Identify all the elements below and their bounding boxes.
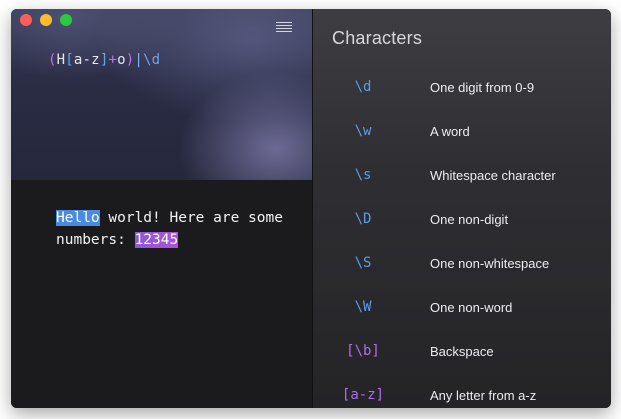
regex-token: o: [117, 52, 126, 68]
reference-description: Whitespace character: [430, 168, 556, 183]
reference-description: One non-digit: [430, 212, 509, 227]
reference-item[interactable]: \S One non-whitespace: [313, 245, 611, 289]
panel-title: Characters: [332, 28, 423, 48]
close-button[interactable]: [20, 14, 32, 26]
reference-token: \S: [354, 255, 372, 271]
reference-description: A word: [430, 124, 470, 139]
reference-description: Any letter from a-z: [430, 388, 537, 403]
reference-token: [\b]: [346, 343, 380, 359]
test-string[interactable]: Hello world! Here are some numbers: 1234…: [56, 207, 296, 251]
regex-token: [: [65, 52, 74, 68]
match-highlight: Hello: [56, 210, 100, 226]
reference-token: \s: [354, 167, 372, 183]
regex-token: |: [134, 52, 144, 68]
regex-token: \d: [143, 52, 161, 68]
regex-token: +: [108, 52, 118, 68]
reference-item[interactable]: \D One non-digit: [313, 201, 611, 245]
regex-input[interactable]: (H[a-z]+o)|\d: [48, 52, 160, 68]
menu-icon[interactable]: [276, 22, 292, 34]
reference-list: \d One digit from 0-9 \w A word \s Whitespace…: [313, 69, 611, 408]
reference-token: \w: [354, 123, 372, 139]
regex-token: (: [48, 52, 57, 68]
reference-description: One digit from 0-9: [430, 80, 535, 95]
reference-panel: Characters \d One digit from 0-9 \w A word \…: [313, 9, 611, 408]
reference-item[interactable]: [\b] Backspace: [313, 333, 611, 377]
minimize-button[interactable]: [40, 14, 52, 26]
reference-item[interactable]: \w A word: [313, 113, 611, 157]
reference-item[interactable]: \s Whitespace character: [313, 157, 611, 201]
window-controls: [20, 14, 72, 26]
reference-token: \D: [354, 211, 372, 227]
editor-pane: (H[a-z]+o)|\d Hello world! Here are some…: [11, 9, 312, 408]
zoom-button[interactable]: [60, 14, 72, 26]
reference-token: [a-z]: [341, 387, 385, 403]
reference-description: Backspace: [430, 344, 494, 359]
match-highlight: 12345: [134, 232, 179, 248]
app-window: (H[a-z]+o)|\d Hello world! Here are some…: [11, 9, 611, 408]
reference-token: \W: [354, 299, 372, 315]
regex-token: H: [56, 52, 66, 68]
reference-description: One non-word: [430, 300, 513, 315]
reference-description: One non-whitespace: [430, 256, 550, 271]
reference-item[interactable]: \W One non-word: [313, 289, 611, 333]
pattern-area[interactable]: (H[a-z]+o)|\d: [11, 9, 312, 180]
reference-token: \d: [354, 79, 372, 95]
reference-item[interactable]: \d One digit from 0-9: [313, 69, 611, 113]
reference-item[interactable]: [a-z] Any letter from a-z: [313, 377, 611, 408]
regex-token: a-z: [73, 52, 100, 68]
